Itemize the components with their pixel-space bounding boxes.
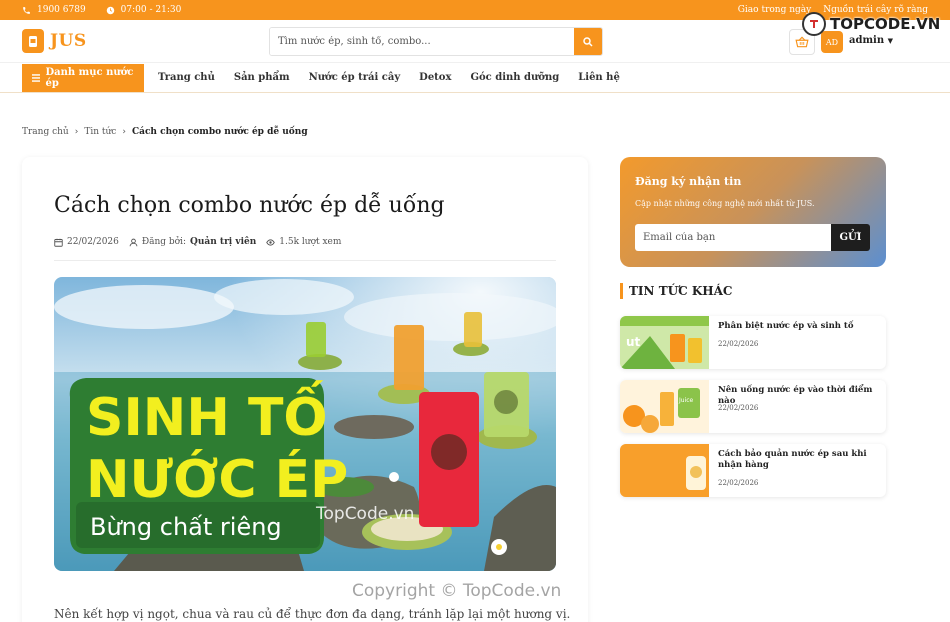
category-menu-button[interactable]: Danh mục nước ép — [22, 64, 144, 92]
breadcrumb: Trang chủ › Tin tức › Cách chọn combo nư… — [22, 127, 308, 137]
breadcrumb-news[interactable]: Tin tức — [84, 127, 116, 137]
article-author-label: Đăng bởi: — [141, 237, 187, 247]
chevron-right-icon: › — [74, 127, 79, 137]
newsletter-title: Đăng ký nhận tin — [635, 175, 742, 188]
hero-watermark: TopCode.vn — [315, 504, 414, 524]
newsletter-box: Đăng ký nhận tin Cập nhật những công ngh… — [620, 157, 886, 267]
news-item[interactable]: Cách bảo quản nước ép sau khi nhận hàng … — [620, 444, 886, 497]
calendar-icon — [54, 238, 63, 247]
nav-link-detox[interactable]: Detox — [419, 72, 451, 83]
news-item-title: Cách bảo quản nước ép sau khi nhận hàng — [718, 449, 867, 470]
news-item-title: Phân biệt nước ép và sinh tố — [718, 321, 854, 331]
watermark-badge-icon — [802, 12, 826, 36]
hero-line1: SINH TỐ — [86, 380, 328, 448]
news-thumbnail: ut — [620, 316, 709, 369]
newsletter-email-input[interactable] — [635, 224, 831, 251]
topbar-hours-text: 07:00 - 21:30 — [120, 5, 182, 15]
search-icon — [583, 36, 593, 47]
news-thumbnail: Juice — [620, 380, 709, 433]
news-item[interactable]: Juice Nên uống nước ép vào thời điểm nào… — [620, 380, 886, 433]
category-menu-label: Danh mục nước ép — [45, 67, 134, 89]
cup-icon — [22, 29, 44, 53]
news-item-date: 22/02/2026 — [718, 340, 759, 348]
chevron-right-icon: › — [122, 127, 126, 137]
svg-text:ut: ut — [626, 335, 641, 349]
newsletter-form: GỬI — [635, 224, 870, 251]
user-icon — [129, 238, 138, 246]
nav-link-contact[interactable]: Liên hệ — [578, 72, 620, 83]
eye-icon — [266, 238, 276, 246]
watermark-logo-text: TOPCODE.VN — [830, 15, 941, 33]
search-input[interactable] — [270, 28, 574, 55]
clock-icon — [106, 6, 114, 14]
news-item[interactable]: ut Phân biệt nước ép và sinh tố 22/02/20… — [620, 316, 886, 369]
search-bar — [269, 27, 603, 56]
nav-link-home[interactable]: Trang chủ — [158, 72, 215, 83]
breadcrumb-current: Cách chọn combo nước ép dễ uống — [131, 127, 308, 137]
user-name: admin — [849, 35, 885, 46]
hero-line3: Bừng chất riêng — [90, 513, 282, 541]
article-card: Cách chọn combo nước ép dễ uống 22/02/20… — [22, 157, 588, 622]
nav-link-fruit-juice[interactable]: Nước ép trái cây — [309, 72, 401, 83]
newsletter-submit-button[interactable]: GỬI — [831, 224, 870, 251]
nav-links: Trang chủ Sản phẩm Nước ép trái cây Deto… — [158, 72, 620, 83]
article-title: Cách chọn combo nước ép dễ uống — [54, 193, 445, 218]
news-thumbnail — [620, 444, 709, 497]
news-item-date: 22/02/2026 — [718, 479, 759, 487]
watermark-copyright: Copyright © TopCode.vn — [352, 581, 562, 601]
article-views: 1.5k lượt xem — [279, 237, 342, 247]
nav-link-nutrition[interactable]: Góc dinh dưỡng — [470, 72, 559, 83]
basket-icon — [795, 36, 809, 48]
article-divider — [54, 260, 556, 261]
topbar-phone[interactable]: 1900 6789 — [22, 5, 86, 15]
article-meta: 22/02/2026 Đăng bởi: Quản trị viên 1.5k … — [54, 237, 341, 247]
watermark-logo: TOPCODE.VN — [802, 12, 940, 36]
phone-icon — [23, 6, 30, 14]
hero-line2: NƯỚC ÉP — [86, 448, 348, 510]
caret-down-icon: ▼ — [887, 37, 893, 45]
user-menu[interactable]: admin ▼ — [849, 35, 893, 46]
breadcrumb-home[interactable]: Trang chủ — [22, 127, 69, 137]
svg-text:Juice: Juice — [678, 397, 694, 404]
main-nav: Danh mục nước ép Trang chủ Sản phẩm Nước… — [0, 63, 950, 93]
search-button[interactable] — [574, 28, 602, 55]
newsletter-subtitle: Cập nhật những công nghệ mới nhất từ JUS… — [635, 199, 815, 208]
brand-logo[interactable]: JUS — [22, 29, 87, 53]
article-date: 22/02/2026 — [67, 237, 119, 247]
topbar-hours: 07:00 - 21:30 — [106, 5, 182, 15]
menu-icon — [32, 74, 41, 82]
article-hero-image: SINH TỐ NƯỚC ÉP Bừng chất riêng TopCode.… — [54, 277, 556, 571]
other-news-title: TIN TỨC KHÁC — [620, 283, 732, 299]
topbar-phone-text: 1900 6789 — [37, 5, 86, 15]
nav-link-products[interactable]: Sản phẩm — [234, 72, 290, 83]
article-author: Quản trị viên — [190, 237, 257, 247]
brand-name: JUS — [50, 31, 87, 51]
news-item-date: 22/02/2026 — [718, 404, 759, 412]
topbar-link-delivery[interactable]: Giao trong ngày — [738, 5, 811, 15]
article-body: Nên kết hợp vị ngọt, chua và rau củ để t… — [54, 607, 571, 621]
